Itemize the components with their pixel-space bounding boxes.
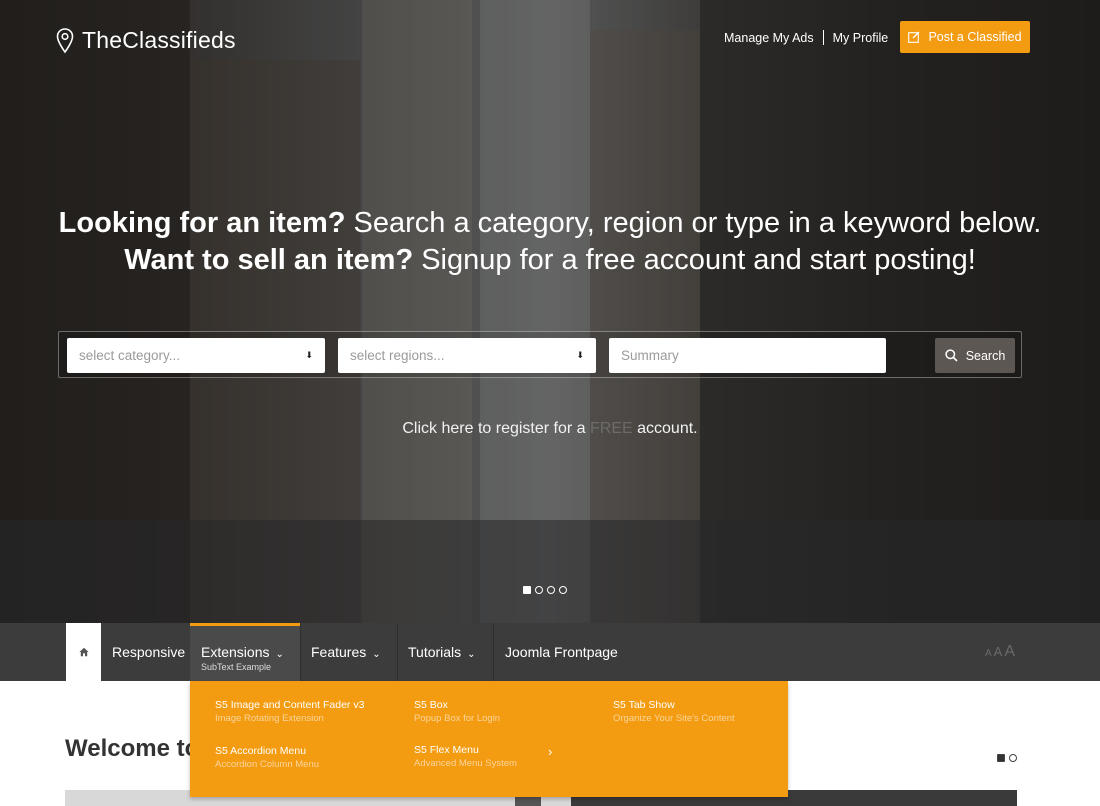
logo-prefix: The — [82, 27, 123, 53]
register-free: FREE — [590, 420, 633, 437]
menu-item-tutorials[interactable]: Tutorials ⌄ — [408, 623, 476, 681]
dropdown-item-subtitle: Popup Box for Login — [414, 713, 501, 724]
menu-item-label: Features — [311, 644, 367, 660]
register-text-before: Click here to register for a — [402, 420, 590, 437]
dropdown-item-title: S5 Accordion Menu — [215, 745, 307, 757]
font-size-small[interactable]: A — [985, 648, 992, 659]
font-size-large[interactable]: A — [1004, 643, 1015, 660]
slider-dot[interactable] — [1009, 754, 1017, 762]
menu-divider — [397, 623, 398, 681]
top-nav: Manage My Ads My Profile — [724, 30, 888, 45]
extensions-dropdown: S5 Image and Content Fader v3 Image Rota… — [190, 681, 788, 797]
headline-line-1-bold: Looking for an item? — [58, 207, 346, 239]
location-pin-icon — [56, 27, 74, 53]
dropdown-item-flex-menu[interactable]: S5 Flex Menu Advanced Menu System — [414, 744, 517, 769]
menu-item-features[interactable]: Features ⌄ — [311, 623, 381, 681]
font-size-medium[interactable]: A — [994, 644, 1003, 659]
main-menu: Responsive Extensions ⌄ SubText Example F… — [0, 623, 1100, 681]
menu-item-label: Tutorials — [408, 644, 462, 660]
chevron-down-icon: ⌄ — [275, 649, 284, 660]
logo-name: Classifieds — [122, 27, 236, 53]
chevron-down-icon: ⌄ — [372, 649, 381, 660]
chevron-down-icon: ⌄ — [467, 649, 476, 660]
search-bar: select category... ⬇ select regions... ⬇… — [58, 331, 1022, 378]
dropdown-item-title: S5 Image and Content Fader v3 — [215, 699, 365, 711]
dropdown-item-title: S5 Flex Menu — [414, 744, 479, 756]
menu-divider — [300, 623, 301, 681]
slider-dots — [523, 586, 567, 594]
edit-icon — [908, 31, 920, 43]
dropdown-item-subtitle: Organize Your Site's Content — [613, 713, 735, 724]
search-button[interactable]: Search — [935, 338, 1015, 373]
dropdown-item-s5-box[interactable]: S5 Box Popup Box for Login — [414, 699, 500, 724]
category-select-placeholder: select category... — [79, 348, 181, 363]
my-profile-link[interactable]: My Profile — [833, 31, 889, 45]
search-button-label: Search — [965, 348, 1006, 363]
menu-item-label: Extensions — [201, 644, 270, 660]
post-classified-button[interactable]: Post a Classified — [900, 21, 1030, 53]
dropdown-item-tab-show[interactable]: S5 Tab Show Organize Your Site's Content — [613, 699, 735, 724]
menu-item-extensions[interactable]: Extensions ⌄ SubText Example — [190, 623, 300, 681]
logo-text: TheClassifieds — [82, 27, 236, 54]
regions-select[interactable]: select regions... ⬇ — [338, 338, 596, 373]
dropdown-item-subtitle: Advanced Menu System — [414, 758, 517, 769]
menu-item-subtext: SubText Example — [201, 662, 272, 672]
home-menu-item[interactable] — [66, 623, 101, 681]
headline-line-1-text: Search a category, region or type in a k… — [345, 207, 1042, 239]
welcome-slider-dots — [997, 754, 1017, 762]
summary-input[interactable] — [609, 338, 886, 373]
slider-dot[interactable] — [559, 586, 567, 594]
category-select[interactable]: select category... ⬇ — [67, 338, 325, 373]
caret-down-icon: ⬇ — [305, 350, 313, 360]
slider-dot[interactable] — [547, 586, 555, 594]
hero-banner: TheClassifieds Manage My Ads My Profile … — [0, 0, 1100, 623]
headline-line-2-bold: Want to sell an item? — [124, 244, 414, 276]
dropdown-item-accordion-menu[interactable]: S5 Accordion Menu Accordion Column Menu — [215, 745, 319, 770]
dropdown-item-subtitle: Accordion Column Menu — [215, 759, 320, 770]
slider-dot[interactable] — [523, 586, 531, 594]
headline-line-2: Want to sell an item? Signup for a free … — [0, 242, 1100, 279]
slider-dot[interactable] — [997, 754, 1005, 762]
nav-divider — [822, 30, 824, 45]
register-link[interactable]: Click here to register for a FREE accoun… — [0, 420, 1100, 438]
home-icon — [78, 647, 89, 657]
regions-select-placeholder: select regions... — [350, 348, 445, 363]
menu-divider — [493, 623, 494, 681]
dropdown-item-title: S5 Box — [414, 699, 448, 711]
manage-ads-link[interactable]: Manage My Ads — [724, 31, 814, 45]
hero-street — [0, 520, 1100, 623]
site-logo[interactable]: TheClassifieds — [56, 27, 236, 54]
font-size-controls: AAA — [985, 643, 1017, 661]
slider-dot[interactable] — [535, 586, 543, 594]
headline-line-2-text: Signup for a free account and start post… — [413, 244, 976, 276]
register-text-after: account. — [632, 420, 698, 437]
caret-down-icon: ⬇ — [576, 350, 584, 360]
chevron-right-icon[interactable]: › — [548, 744, 552, 759]
search-icon — [945, 349, 958, 362]
menu-item-label: Responsive — [112, 644, 186, 660]
dropdown-item-title: S5 Tab Show — [613, 699, 675, 711]
dropdown-item-subtitle: Image Rotating Extension — [215, 713, 324, 724]
hero-headline: Looking for an item? Search a category, … — [0, 205, 1100, 279]
post-classified-label: Post a Classified — [928, 30, 1022, 44]
headline-line-1: Looking for an item? Search a category, … — [0, 205, 1100, 242]
welcome-heading: Welcome to — [65, 735, 200, 762]
dropdown-item-image-fader[interactable]: S5 Image and Content Fader v3 Image Rota… — [215, 699, 364, 724]
menu-item-responsive[interactable]: Responsive — [112, 623, 185, 681]
menu-item-joomla-frontpage[interactable]: Joomla Frontpage — [505, 623, 618, 681]
menu-item-label: Joomla Frontpage — [505, 644, 618, 660]
